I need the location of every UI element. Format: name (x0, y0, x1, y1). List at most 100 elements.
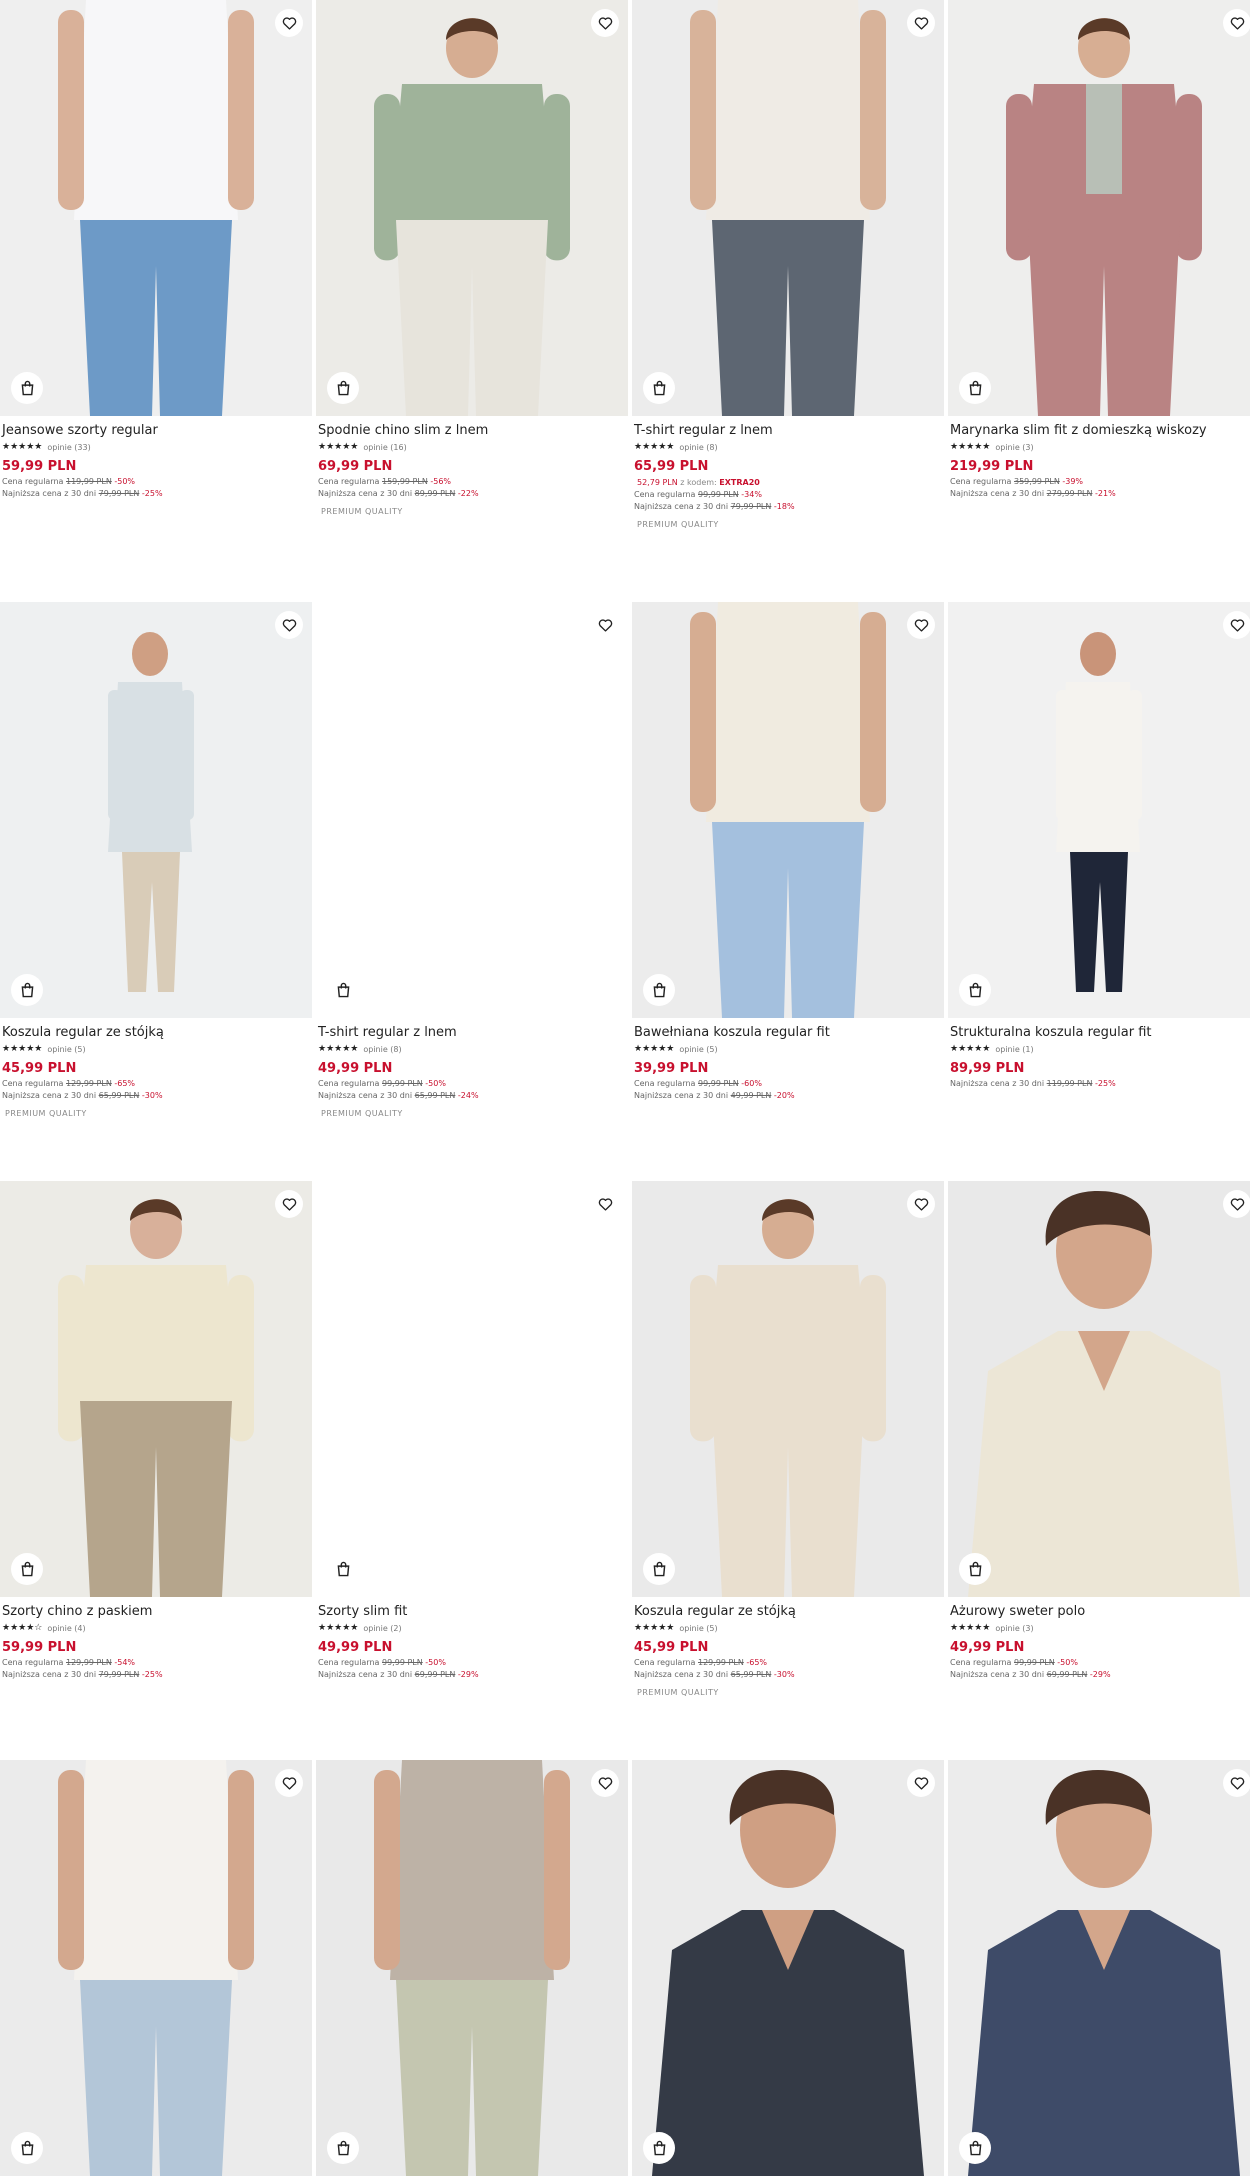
product-image[interactable] (632, 602, 944, 1018)
product-image[interactable] (948, 0, 1250, 416)
product-card[interactable]: T-shirt regular z lnem ★★★★★ opinie (8) 49,… (316, 602, 628, 1118)
product-image[interactable] (0, 602, 312, 1018)
product-title[interactable]: Spodnie chino slim z lnem (318, 423, 628, 438)
shopping-bag-icon[interactable] (11, 2132, 43, 2164)
product-image[interactable] (948, 602, 1250, 1018)
heart-icon[interactable] (1223, 611, 1250, 639)
product-card[interactable] (0, 1760, 312, 2176)
regular-price-line: Cena regularna 129,99 PLN -65% (2, 1079, 312, 1088)
rating-stars: ★★★★☆ (2, 1623, 43, 1633)
review-count[interactable]: opinie (5) (47, 1045, 85, 1054)
shopping-bag-icon[interactable] (643, 1553, 675, 1585)
product-card[interactable] (948, 1760, 1250, 2176)
heart-icon[interactable] (1223, 1190, 1250, 1218)
product-image[interactable] (0, 1760, 312, 2176)
product-image[interactable] (0, 1181, 312, 1597)
regular-price-label: Cena regularna (634, 1658, 696, 1667)
heart-icon[interactable] (275, 9, 303, 37)
heart-icon[interactable] (907, 9, 935, 37)
shopping-bag-icon[interactable] (643, 974, 675, 1006)
product-title[interactable]: Marynarka slim fit z domieszką wiskozy (950, 423, 1250, 438)
heart-icon[interactable] (1223, 1769, 1250, 1797)
shopping-bag-icon[interactable] (11, 372, 43, 404)
heart-icon[interactable] (275, 1769, 303, 1797)
product-card[interactable]: Koszula regular ze stójką ★★★★★ opinie (5)… (0, 602, 312, 1118)
shopping-bag-icon[interactable] (327, 2132, 359, 2164)
product-rating: ★★★★★ opinie (2) (318, 1622, 628, 1634)
heart-icon[interactable] (907, 1190, 935, 1218)
review-count[interactable]: opinie (4) (47, 1624, 85, 1633)
shopping-bag-icon[interactable] (959, 372, 991, 404)
review-count[interactable]: opinie (8) (363, 1045, 401, 1054)
review-count[interactable]: opinie (3) (995, 1624, 1033, 1633)
product-card[interactable]: Szorty chino z paskiem ★★★★☆ opinie (4) 59,… (0, 1181, 312, 1679)
product-image[interactable] (0, 0, 312, 416)
product-card[interactable] (632, 1760, 944, 2176)
product-title[interactable]: T-shirt regular z lnem (318, 1025, 628, 1040)
shopping-bag-icon[interactable] (959, 1553, 991, 1585)
product-image[interactable] (316, 1760, 628, 2176)
product-card[interactable]: Bawełniana koszula regular fit ★★★★★ opini… (632, 602, 944, 1100)
product-card[interactable]: Szorty slim fit ★★★★★ opinie (2) 49,99 PLN C… (316, 1181, 628, 1679)
product-image[interactable] (948, 1181, 1250, 1597)
product-card[interactable]: Strukturalna koszula regular fit ★★★★★ opi… (948, 602, 1250, 1088)
product-image[interactable] (948, 1760, 1250, 2176)
shopping-bag-icon[interactable] (327, 1553, 359, 1585)
shopping-bag-icon[interactable] (11, 1553, 43, 1585)
review-count[interactable]: opinie (33) (47, 443, 90, 452)
heart-icon[interactable] (907, 1769, 935, 1797)
product-card[interactable]: Ażurowy sweter polo ★★★★★ opinie (3) 49,99 … (948, 1181, 1250, 1679)
heart-icon[interactable] (591, 1769, 619, 1797)
lowest-price-label: Najniższa cena z 30 dni (2, 1091, 97, 1100)
product-title[interactable]: T-shirt regular z lnem (634, 423, 944, 438)
product-card[interactable] (316, 1760, 628, 2176)
product-card[interactable]: T-shirt regular z lnem ★★★★★ opinie (8) 65,… (632, 0, 944, 529)
review-count[interactable]: opinie (5) (679, 1624, 717, 1633)
shopping-bag-icon[interactable] (643, 372, 675, 404)
product-card[interactable]: Koszula regular ze stójką ★★★★★ opinie (5)… (632, 1181, 944, 1697)
review-count[interactable]: opinie (8) (679, 443, 717, 452)
shopping-bag-icon[interactable] (327, 372, 359, 404)
shopping-bag-icon[interactable] (643, 2132, 675, 2164)
heart-icon[interactable] (275, 1190, 303, 1218)
product-title[interactable]: Ażurowy sweter polo (950, 1604, 1250, 1619)
review-count[interactable]: opinie (16) (363, 443, 406, 452)
product-title[interactable]: Jeansowe szorty regular (2, 423, 312, 438)
product-title[interactable]: Bawełniana koszula regular fit (634, 1025, 944, 1040)
product-image[interactable] (316, 0, 628, 416)
product-price: 49,99 PLN (318, 1640, 393, 1655)
product-image[interactable] (632, 0, 944, 416)
product-image[interactable] (632, 1760, 944, 2176)
heart-icon[interactable] (907, 611, 935, 639)
heart-icon[interactable] (591, 611, 619, 639)
review-count[interactable]: opinie (2) (363, 1624, 401, 1633)
lowest-price-label: Najniższa cena z 30 dni (2, 489, 97, 498)
product-card[interactable]: Marynarka slim fit z domieszką wiskozy ★★… (948, 0, 1250, 498)
review-count[interactable]: opinie (1) (995, 1045, 1033, 1054)
review-count[interactable]: opinie (5) (679, 1045, 717, 1054)
product-image[interactable] (316, 602, 628, 1018)
product-title[interactable]: Strukturalna koszula regular fit (950, 1025, 1250, 1040)
product-card[interactable]: Jeansowe szorty regular ★★★★★ opinie (33) 5… (0, 0, 312, 498)
review-count[interactable]: opinie (3) (995, 443, 1033, 452)
heart-icon[interactable] (275, 611, 303, 639)
product-title[interactable]: Koszula regular ze stójką (2, 1025, 312, 1040)
shopping-bag-icon[interactable] (959, 974, 991, 1006)
shopping-bag-icon[interactable] (327, 974, 359, 1006)
premium-quality-badge: PREMIUM QUALITY (637, 1688, 719, 1697)
product-image[interactable] (316, 1181, 628, 1597)
product-image[interactable] (632, 1181, 944, 1597)
heart-icon[interactable] (591, 9, 619, 37)
regular-price-line: Cena regularna 359,99 PLN -39% (950, 477, 1250, 486)
lowest-price: 69,99 PLN (1046, 1670, 1088, 1679)
heart-icon[interactable] (1223, 9, 1250, 37)
heart-icon[interactable] (591, 1190, 619, 1218)
product-card[interactable]: Spodnie chino slim z lnem ★★★★★ opinie (16… (316, 0, 628, 516)
product-title[interactable]: Koszula regular ze stójką (634, 1604, 944, 1619)
shopping-bag-icon[interactable] (11, 974, 43, 1006)
product-title[interactable]: Szorty chino z paskiem (2, 1604, 312, 1619)
product-title[interactable]: Szorty slim fit (318, 1604, 628, 1619)
shopping-bag-icon[interactable] (959, 2132, 991, 2164)
lowest-price-label: Najniższa cena z 30 dni (950, 1670, 1045, 1679)
lowest-discount: -29% (457, 1670, 479, 1679)
